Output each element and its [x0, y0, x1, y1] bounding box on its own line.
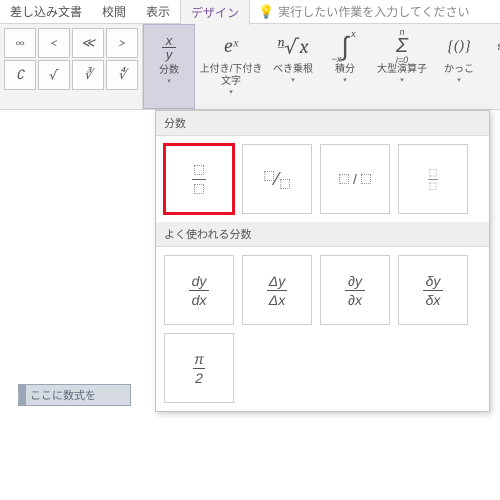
script-label: 上付き/下付き 文字: [200, 64, 263, 88]
ribbon-tabs: 差し込み文書 校閲 表示 デザイン 💡 実行したい作業を入力してください: [0, 0, 500, 24]
tab-review[interactable]: 校閲: [92, 0, 136, 24]
tab-view[interactable]: 表示: [136, 0, 180, 24]
symbol-grid: ∞ < ≪ > ∁ √ ∛ ∜: [0, 24, 143, 109]
bracket-icon: {()}: [447, 28, 471, 64]
fraction-icon: x y: [162, 29, 176, 65]
tab-design[interactable]: デザイン: [180, 0, 250, 25]
largeop-label: 大型演算子: [377, 64, 427, 76]
bracket-button[interactable]: {()} かっこ ▾: [433, 24, 485, 109]
sigma-icon: n Σ i=0: [396, 28, 408, 64]
tell-me-placeholder: 実行したい作業を入力してください: [278, 3, 469, 20]
fraction-pi-2[interactable]: π2: [164, 333, 234, 403]
sym-infty[interactable]: ∞: [4, 28, 36, 58]
chevron-down-icon: ▾: [400, 76, 404, 84]
integral-button[interactable]: ∫ x −x 積分 ▾: [319, 24, 371, 109]
sym-muchless[interactable]: ≪: [72, 28, 104, 58]
fraction-stacked[interactable]: [164, 144, 234, 214]
fraction-label: 分数: [159, 65, 179, 77]
integral-icon: ∫ x −x: [341, 28, 348, 64]
tell-me-box[interactable]: 💡 実行したい作業を入力してください: [250, 3, 477, 20]
chevron-down-icon: ▾: [291, 76, 295, 84]
fraction-linear[interactable]: /: [320, 144, 390, 214]
document-canvas[interactable]: ⋮⋮ ここに数式を: [0, 110, 155, 500]
chevron-down-icon: ▾: [343, 76, 347, 84]
fraction-small-delta-y-x[interactable]: δyδx: [398, 255, 468, 325]
largeop-button[interactable]: n Σ i=0 大型演算子 ▾: [371, 24, 433, 109]
sym-lt[interactable]: <: [38, 28, 70, 58]
radical-button[interactable]: ⁿ√x べき乗根 ▾: [267, 24, 319, 109]
fraction-delta-y-x[interactable]: ΔyΔx: [242, 255, 312, 325]
radical-label: べき乗根: [273, 64, 313, 76]
script-button[interactable]: eˣ 上付き/下付き 文字 ▾: [195, 24, 267, 109]
bracket-label: かっこ: [444, 64, 474, 76]
structures-group: x y 分数 ▾ eˣ 上付き/下付き 文字 ▾ ⁿ√x べき乗根 ▾ ∫ x: [143, 24, 500, 109]
sym-gt[interactable]: >: [106, 28, 138, 58]
fraction-dropdown: 分数 ⁄ / よく使われる分数 dydx ΔyΔx ∂y∂x δyδx π2: [155, 110, 490, 412]
script-icon: eˣ: [224, 28, 238, 64]
ribbon-equation: ∞ < ≪ > ∁ √ ∛ ∜ x y 分数 ▾ eˣ 上付き/下付: [0, 24, 500, 110]
radical-icon: ⁿ√x: [277, 28, 308, 64]
bulb-icon: 💡: [258, 4, 274, 20]
equation-placeholder[interactable]: ここに数式を: [25, 384, 131, 406]
function-button[interactable]: sin θ 関数 ▾: [485, 24, 500, 109]
tab-mailmerge[interactable]: 差し込み文書: [0, 0, 92, 24]
chevron-down-icon: ▾: [457, 76, 461, 84]
integral-label: 積分: [335, 64, 355, 76]
fraction-partial-y-x[interactable]: ∂y∂x: [320, 255, 390, 325]
fraction-dy-dx[interactable]: dydx: [164, 255, 234, 325]
chevron-down-icon: ▾: [229, 88, 233, 96]
fraction-small[interactable]: [398, 144, 468, 214]
chevron-down-icon: ▾: [167, 77, 171, 85]
sym-complement[interactable]: ∁: [4, 60, 36, 90]
sym-sqrt[interactable]: √: [38, 60, 70, 90]
fraction-button[interactable]: x y 分数 ▾: [143, 24, 195, 109]
fraction-skewed[interactable]: ⁄: [242, 144, 312, 214]
sym-fourthrt[interactable]: ∜: [106, 60, 138, 90]
sym-cbrt[interactable]: ∛: [72, 60, 104, 90]
dropdown-header-fraction: 分数: [156, 111, 489, 136]
dropdown-header-common: よく使われる分数: [156, 222, 489, 247]
